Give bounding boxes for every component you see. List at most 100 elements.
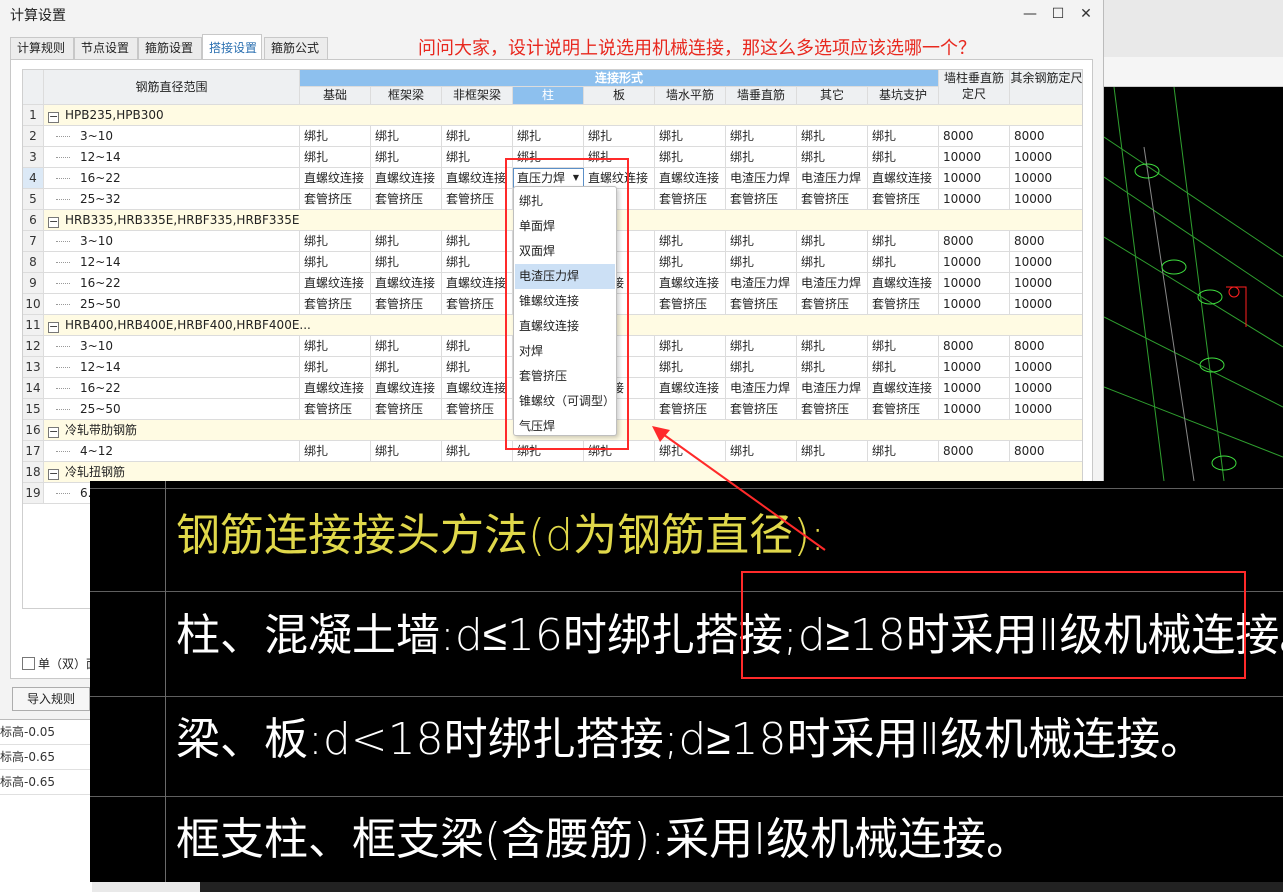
table-cell[interactable]: 直螺纹连接: [655, 378, 726, 399]
table-cell[interactable]: 10000: [1010, 252, 1082, 273]
table-cell[interactable]: 直螺纹连接: [655, 273, 726, 294]
table-cell[interactable]: 绑扎: [868, 357, 939, 378]
table-cell[interactable]: 套管挤压: [371, 294, 442, 315]
table-row-label[interactable]: 16~22: [44, 378, 300, 399]
table-cell[interactable]: 绑扎: [300, 441, 371, 462]
table-cell[interactable]: 10000: [939, 357, 1010, 378]
table-cell[interactable]: 直螺纹连接: [300, 168, 371, 189]
table-cell[interactable]: 套管挤压: [655, 189, 726, 210]
table-cell[interactable]: 套管挤压: [868, 399, 939, 420]
table-row-label[interactable]: 4~12: [44, 441, 300, 462]
collapse-icon[interactable]: −: [48, 111, 59, 123]
tab-lap-settings[interactable]: 搭接设置: [202, 34, 262, 59]
table-cell[interactable]: 电渣压力焊: [726, 168, 797, 189]
table-cell[interactable]: 套管挤压: [371, 189, 442, 210]
table-cell[interactable]: 绑扎: [797, 252, 868, 273]
cad-drawing-canvas[interactable]: [1104, 87, 1283, 481]
table-cell[interactable]: 绑扎: [868, 126, 939, 147]
table-cell[interactable]: 绑扎: [584, 126, 655, 147]
list-item[interactable]: 标高-0.05: [0, 720, 92, 745]
table-cell[interactable]: 绑扎: [442, 357, 513, 378]
table-cell[interactable]: 绑扎: [513, 126, 584, 147]
close-button[interactable]: ✕: [1072, 2, 1100, 26]
table-cell[interactable]: 10000: [939, 378, 1010, 399]
table-cell[interactable]: 绑扎: [442, 231, 513, 252]
single-double-checkbox[interactable]: 单（双）面: [22, 655, 98, 672]
table-cell[interactable]: 10000: [939, 252, 1010, 273]
import-rules-button[interactable]: 导入规则: [12, 687, 90, 711]
table-cell[interactable]: 10000: [1010, 357, 1082, 378]
table-cell[interactable]: 套管挤压: [442, 294, 513, 315]
table-cell[interactable]: 绑扎: [726, 252, 797, 273]
table-cell[interactable]: 10000: [1010, 273, 1082, 294]
table-cell[interactable]: 10000: [1010, 399, 1082, 420]
table-row-label[interactable]: 25~50: [44, 399, 300, 420]
table-cell[interactable]: 8000: [1010, 336, 1082, 357]
table-cell[interactable]: 10000: [939, 294, 1010, 315]
table-cell[interactable]: 绑扎: [655, 252, 726, 273]
table-cell[interactable]: 绑扎: [868, 252, 939, 273]
list-item[interactable]: 标高-0.65: [0, 745, 92, 770]
table-cell[interactable]: 电渣压力焊: [797, 378, 868, 399]
table-cell[interactable]: 绑扎: [797, 357, 868, 378]
table-cell[interactable]: 绑扎: [726, 231, 797, 252]
table-row-label[interactable]: 3~10: [44, 231, 300, 252]
table-cell[interactable]: 绑扎: [655, 147, 726, 168]
collapse-icon[interactable]: −: [48, 426, 59, 438]
table-cell[interactable]: 绑扎: [371, 231, 442, 252]
table-cell[interactable]: 电渣压力焊: [797, 168, 868, 189]
collapse-icon[interactable]: −: [48, 321, 59, 333]
table-cell[interactable]: 直螺纹连接: [442, 378, 513, 399]
table-cell[interactable]: 10000: [939, 189, 1010, 210]
table-cell[interactable]: 绑扎: [300, 252, 371, 273]
table-cell[interactable]: 绑扎: [442, 336, 513, 357]
table-cell[interactable]: 直螺纹连接: [442, 168, 513, 189]
table-cell[interactable]: 绑扎: [797, 147, 868, 168]
checkbox-icon[interactable]: [22, 657, 35, 670]
table-cell[interactable]: 10000: [939, 399, 1010, 420]
table-cell[interactable]: 绑扎: [371, 252, 442, 273]
table-row-group[interactable]: − HPB235,HPB300: [44, 105, 1082, 126]
table-row-label[interactable]: 3~10: [44, 126, 300, 147]
table-cell[interactable]: 8000: [939, 336, 1010, 357]
table-cell[interactable]: 绑扎: [300, 231, 371, 252]
table-cell[interactable]: 直螺纹连接: [655, 168, 726, 189]
table-cell[interactable]: 8000: [1010, 441, 1082, 462]
table-cell[interactable]: 电渣压力焊: [726, 273, 797, 294]
table-cell[interactable]: 8000: [1010, 231, 1082, 252]
table-cell[interactable]: 套管挤压: [442, 189, 513, 210]
table-cell[interactable]: 绑扎: [655, 336, 726, 357]
tab-calc-rules[interactable]: 计算规则: [10, 37, 74, 59]
table-cell[interactable]: 电渣压力焊: [726, 378, 797, 399]
table-cell[interactable]: 8000: [939, 231, 1010, 252]
table-cell[interactable]: 绑扎: [868, 147, 939, 168]
table-cell[interactable]: 绑扎: [300, 126, 371, 147]
table-row-group[interactable]: − 冷轧扭钢筋: [44, 462, 1082, 483]
table-cell[interactable]: 10000: [1010, 168, 1082, 189]
table-cell[interactable]: 绑扎: [442, 147, 513, 168]
table-cell[interactable]: 绑扎: [300, 357, 371, 378]
table-cell[interactable]: 绑扎: [442, 126, 513, 147]
table-row-label[interactable]: 3~10: [44, 336, 300, 357]
table-cell[interactable]: 10000: [1010, 147, 1082, 168]
table-cell[interactable]: 套管挤压: [300, 189, 371, 210]
table-row-label[interactable]: 25~32: [44, 189, 300, 210]
table-cell[interactable]: 绑扎: [655, 357, 726, 378]
table-cell[interactable]: 绑扎: [371, 336, 442, 357]
table-cell[interactable]: 套管挤压: [726, 399, 797, 420]
table-cell[interactable]: 绑扎: [726, 336, 797, 357]
table-cell[interactable]: 10000: [1010, 189, 1082, 210]
table-cell[interactable]: 10000: [1010, 378, 1082, 399]
table-row-label[interactable]: 16~22: [44, 273, 300, 294]
table-cell[interactable]: 10000: [939, 273, 1010, 294]
table-cell[interactable]: 绑扎: [442, 252, 513, 273]
table-cell[interactable]: 直螺纹连接: [371, 378, 442, 399]
table-cell[interactable]: 绑扎: [797, 126, 868, 147]
table-cell[interactable]: 绑扎: [868, 441, 939, 462]
table-cell[interactable]: 绑扎: [868, 336, 939, 357]
collapse-icon[interactable]: −: [48, 216, 59, 228]
table-row-label[interactable]: 16~22: [44, 168, 300, 189]
table-cell[interactable]: 绑扎: [371, 147, 442, 168]
tab-node-settings[interactable]: 节点设置: [74, 37, 138, 59]
tab-stirrup-formula[interactable]: 箍筋公式: [264, 37, 328, 59]
